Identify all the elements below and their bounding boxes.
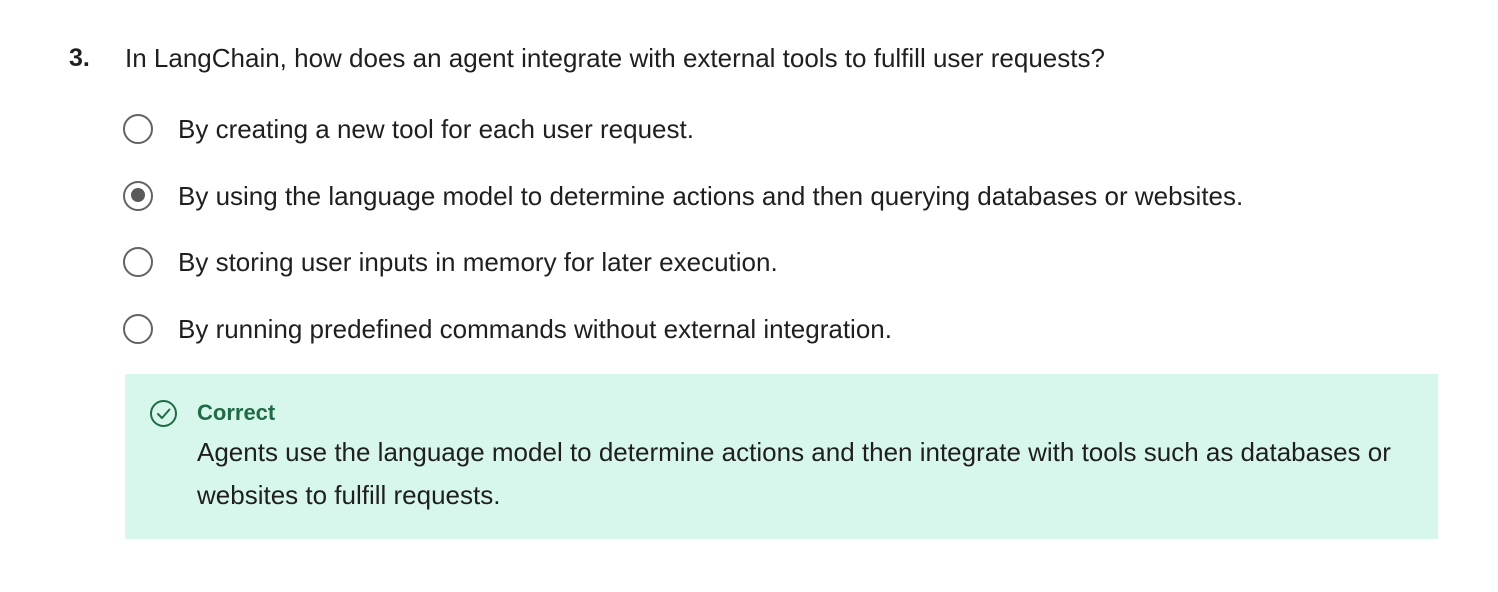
radio-button[interactable] <box>123 114 153 144</box>
feedback-panel: Correct Agents use the language model to… <box>125 374 1438 539</box>
question-text: In LangChain, how does an agent integrat… <box>125 43 1105 73</box>
check-circle-icon <box>149 399 178 428</box>
answer-option-4[interactable]: By running predefined commands without e… <box>123 308 1423 375</box>
answer-option-1[interactable]: By creating a new tool for each user req… <box>123 108 1423 175</box>
answer-option-3[interactable]: By storing user inputs in memory for lat… <box>123 241 1423 308</box>
feedback-explanation: Agents use the language model to determi… <box>197 437 1391 510</box>
quiz-question: 3. In LangChain, how does an agent integ… <box>0 0 1498 592</box>
radio-button[interactable] <box>123 313 153 344</box>
question-number: 3. <box>69 44 90 72</box>
radio-button[interactable] <box>123 247 153 277</box>
answer-option-label: By running predefined commands without e… <box>178 313 892 344</box>
answer-option-label: By storing user inputs in memory for lat… <box>178 247 778 277</box>
answer-option-2[interactable]: By using the language model to determine… <box>123 175 1423 242</box>
radio-button-selected[interactable] <box>123 180 153 211</box>
answer-option-label: By using the language model to determine… <box>178 180 1244 211</box>
answer-options: By creating a new tool for each user req… <box>123 108 1423 374</box>
feedback-status: Correct <box>197 400 276 425</box>
answer-option-label: By creating a new tool for each user req… <box>178 114 694 144</box>
